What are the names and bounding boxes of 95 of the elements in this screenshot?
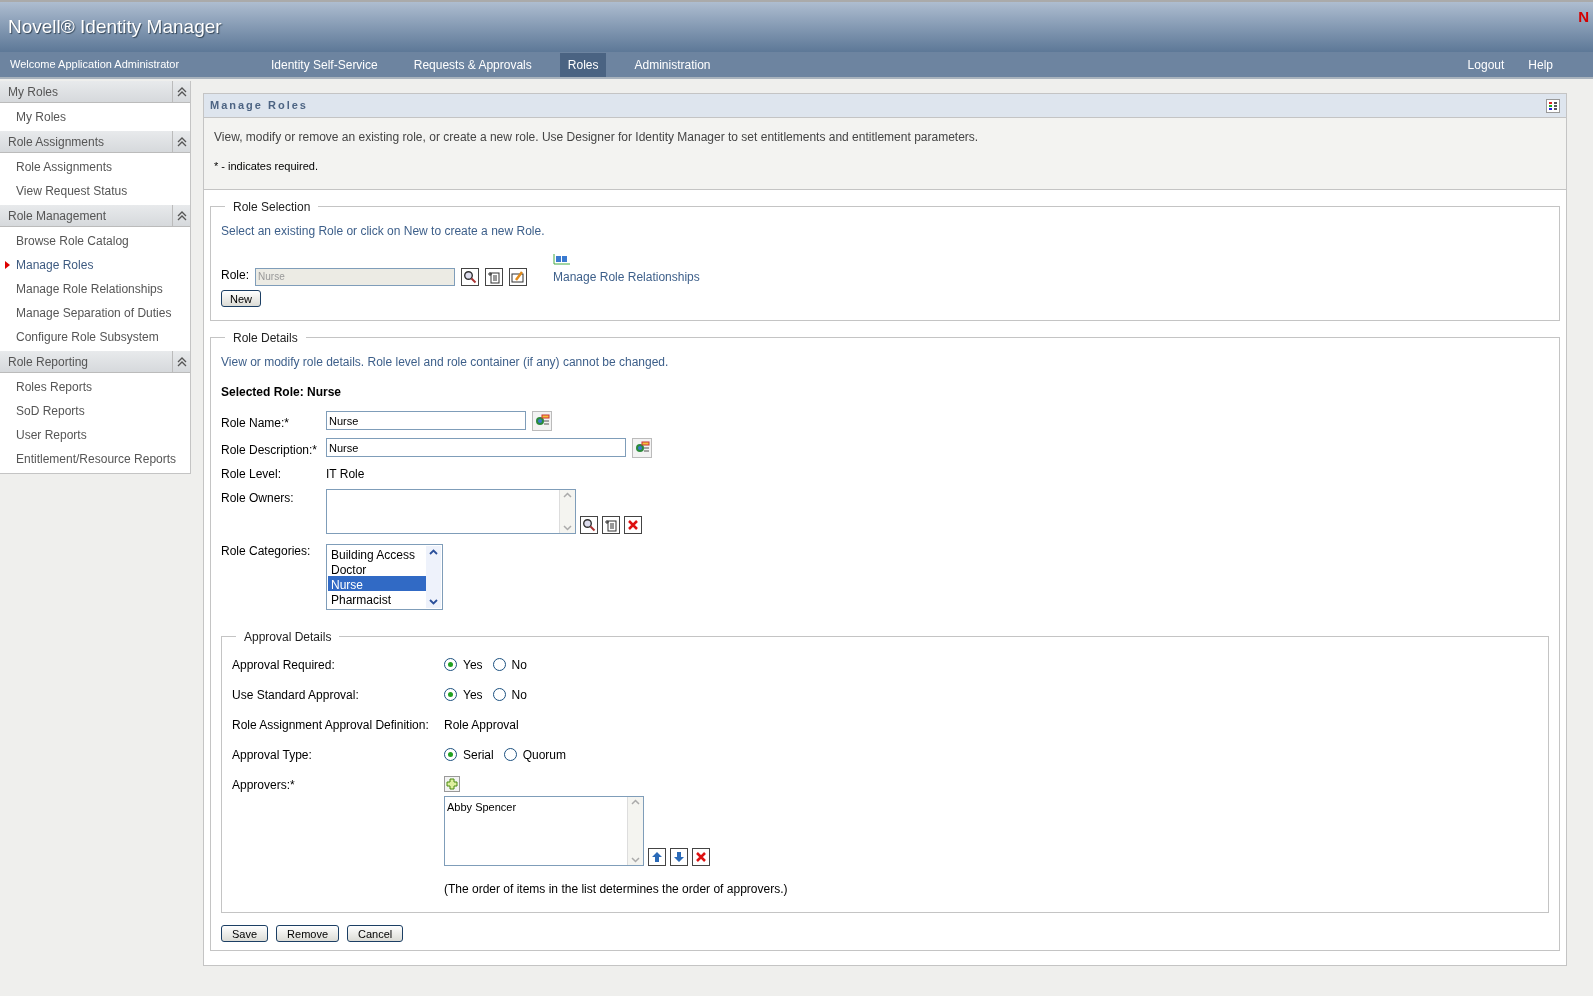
new-button[interactable]: New — [221, 289, 261, 307]
sidebar-item[interactable]: Configure Role Subsystem — [16, 328, 159, 346]
sidebar-item[interactable]: Browse Role Catalog — [16, 232, 129, 250]
product-title: Novell® Identity Manager — [8, 14, 222, 39]
sidebar-item[interactable]: Roles Reports — [16, 378, 93, 396]
radio-label: Serial — [463, 746, 494, 764]
list-option[interactable]: Building Access — [328, 545, 426, 561]
sidebar-item[interactable]: Manage Role Relationships — [16, 280, 163, 298]
categories-list[interactable]: Building Access Doctor Nurse Pharmacist — [326, 543, 443, 610]
approvers-list[interactable]: Abby Spencer — [444, 795, 644, 866]
move-down-icon[interactable] — [670, 847, 688, 866]
field-label: Use Standard Approval: — [232, 686, 360, 704]
radio-button[interactable] — [503, 748, 517, 761]
section-legend: Role Selection — [225, 197, 319, 216]
scroll-up-icon[interactable] — [429, 548, 438, 555]
collapse-icon[interactable] — [176, 136, 187, 147]
section-legend: Role Details — [225, 328, 306, 347]
field-label: Role Categories: — [221, 542, 312, 560]
relationship-icon — [553, 253, 571, 266]
scrollbar[interactable] — [426, 545, 441, 608]
sidebar-item[interactable]: SoD Reports — [16, 402, 85, 420]
radio-button[interactable] — [444, 748, 457, 761]
radio-button[interactable] — [492, 688, 506, 701]
radio-label: Yes — [463, 686, 483, 704]
localize-icon[interactable] — [532, 410, 552, 431]
radio-label: Quorum — [522, 746, 567, 764]
welcome-text: Welcome Application Administrator — [10, 57, 181, 73]
sidebar-item[interactable]: My Roles — [16, 108, 66, 126]
field-label: Role Level: — [221, 465, 283, 483]
hint-text: View or modify role details. Role level and role container (if any) cannot be changed. — [221, 353, 670, 371]
field-label: Role Assignment Approval Definition: — [232, 716, 430, 734]
radio-label: Yes — [463, 656, 483, 674]
relationships-link[interactable]: Manage Role Relationships — [553, 267, 700, 286]
header-link[interactable]: Logout — [1467, 55, 1505, 74]
list-option[interactable]: Pharmacist — [328, 590, 426, 606]
field-label: Role Name:* — [221, 414, 291, 432]
radio-label: No — [511, 686, 527, 704]
nav-tab[interactable]: Identity Self-Service — [263, 52, 386, 77]
intro-text: View, modify or remove an existing role, or create a new role. Use Designer for Identity Manager to set entitlements and entitlement parameters. — [214, 129, 980, 146]
collapse-icon[interactable] — [176, 86, 187, 97]
order-note: (The order of items in the list determines the order of approvers.) — [444, 880, 789, 898]
field-label: Approval Type: — [232, 746, 313, 764]
section-title: My Roles — [8, 83, 58, 101]
move-up-icon[interactable] — [648, 847, 666, 866]
hint-text: Select an existing Role or click on New to create a new Role. — [221, 222, 546, 240]
form-button[interactable]: Cancel — [347, 924, 404, 942]
sidebar-item[interactable]: User Reports — [16, 426, 87, 444]
add-icon[interactable] — [444, 775, 460, 792]
delete-icon[interactable] — [624, 515, 642, 534]
nav-tab[interactable]: Roles — [559, 52, 607, 77]
radio-label: No — [511, 656, 527, 674]
radio-button[interactable] — [444, 688, 457, 701]
sidebar-item[interactable]: Entitlement/Resource Reports — [16, 450, 177, 468]
form-button[interactable]: Remove — [276, 924, 340, 942]
field-label: Role Owners: — [221, 489, 295, 507]
scroll-down-icon[interactable] — [429, 598, 438, 605]
field-label: Approval Required: — [232, 656, 336, 674]
field-value: IT Role — [326, 465, 366, 483]
radio-button[interactable] — [444, 658, 457, 671]
document-list-icon[interactable] — [485, 267, 503, 286]
company-logo: N — [1578, 7, 1589, 27]
sidebar-item[interactable]: Manage Roles — [16, 256, 94, 274]
section-title: Role Management — [8, 207, 107, 225]
nav-tab[interactable]: Administration — [626, 52, 719, 77]
sidebar-item[interactable]: Role Assignments — [16, 158, 113, 176]
radio-button[interactable] — [492, 658, 506, 671]
sidebar-item[interactable]: View Request Status — [16, 182, 128, 200]
nav-tab[interactable]: Requests & Approvals — [405, 52, 540, 77]
field-label: Role: — [221, 266, 249, 284]
search-icon[interactable] — [580, 515, 598, 534]
section-title: Role Reporting — [8, 353, 89, 371]
header-link[interactable]: Help — [1528, 55, 1553, 74]
collapse-icon[interactable] — [176, 356, 187, 367]
document-list-icon[interactable] — [602, 515, 620, 534]
delete-icon[interactable] — [692, 847, 710, 866]
role-description-field[interactable]: Nurse — [326, 438, 626, 457]
selected-role: Selected Role: Nurse — [221, 383, 343, 401]
search-icon[interactable] — [461, 267, 479, 286]
localize-icon[interactable] — [632, 437, 652, 458]
section-title: Role Assignments — [8, 133, 105, 151]
sidebar-item[interactable]: Manage Separation of Duties — [16, 304, 172, 322]
edit-icon[interactable] — [509, 267, 527, 286]
panel-title: Manage Roles — [210, 98, 308, 114]
role-name-field[interactable]: Nurse — [326, 411, 526, 430]
selected-marker-icon — [5, 261, 10, 269]
form-button[interactable]: Save — [221, 924, 269, 942]
list-option[interactable]: Nurse — [328, 575, 426, 591]
field-value: Role Approval — [444, 716, 520, 734]
list-option[interactable]: Abby Spencer — [447, 798, 625, 815]
collapse-icon[interactable] — [176, 210, 187, 221]
section-legend: Approval Details — [236, 627, 340, 646]
required-note: * - indicates required. — [214, 159, 319, 174]
layout-grid-icon[interactable] — [1546, 98, 1560, 113]
field-label: Approvers:* — [232, 776, 296, 794]
field-label: Role Description:* — [221, 441, 319, 459]
